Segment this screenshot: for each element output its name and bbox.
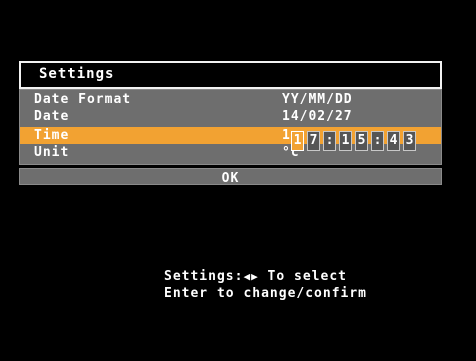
ok-label: OK — [221, 171, 240, 186]
setting-row-date-format[interactable]: Date Format YY/MM/DD — [20, 91, 441, 108]
setting-row-date[interactable]: Date 14/02/27 — [20, 108, 441, 125]
help-line-select: Settings:◀▶ To select — [164, 268, 367, 285]
help-text: Settings:◀▶ To select Enter to change/co… — [164, 268, 367, 302]
help-prefix: Settings: — [164, 269, 244, 284]
time-digit-minute-ones[interactable]: 5 — [355, 131, 368, 151]
time-separator: : — [371, 131, 384, 151]
setting-value: 14/02/27 — [282, 109, 353, 124]
dialog-title: Settings — [39, 66, 115, 82]
setting-label: Unit — [34, 145, 70, 160]
help-line-confirm: Enter to change/confirm — [164, 286, 368, 301]
setting-value: YY/MM/DD — [282, 92, 353, 107]
time-digit-hour-ones[interactable]: 7 — [307, 131, 320, 151]
dialog-title-bar: Settings — [19, 61, 442, 89]
time-digit-second-ones[interactable]: 3 — [403, 131, 416, 151]
time-digit-minute-tens[interactable]: 1 — [339, 131, 352, 151]
time-editor[interactable]: 1 7 : 1 5 : 4 3 — [291, 131, 416, 153]
time-digit-hour-tens[interactable]: 1 — [291, 131, 304, 151]
help-suffix: To select — [258, 269, 347, 284]
settings-dialog: Settings Date Format YY/MM/DD Date 14/02… — [19, 61, 442, 188]
setting-label: Time — [34, 128, 70, 143]
screen: Settings Date Format YY/MM/DD Date 14/02… — [0, 0, 476, 361]
time-separator: : — [323, 131, 336, 151]
setting-label: Date Format — [34, 92, 132, 107]
settings-list: Date Format YY/MM/DD Date 14/02/27 Time … — [19, 89, 442, 165]
left-right-arrows-icon: ◀▶ — [243, 270, 259, 283]
time-digit-second-tens[interactable]: 4 — [387, 131, 400, 151]
setting-label: Date — [34, 109, 70, 124]
setting-value: 1 — [282, 128, 291, 143]
ok-button[interactable]: OK — [19, 168, 442, 186]
